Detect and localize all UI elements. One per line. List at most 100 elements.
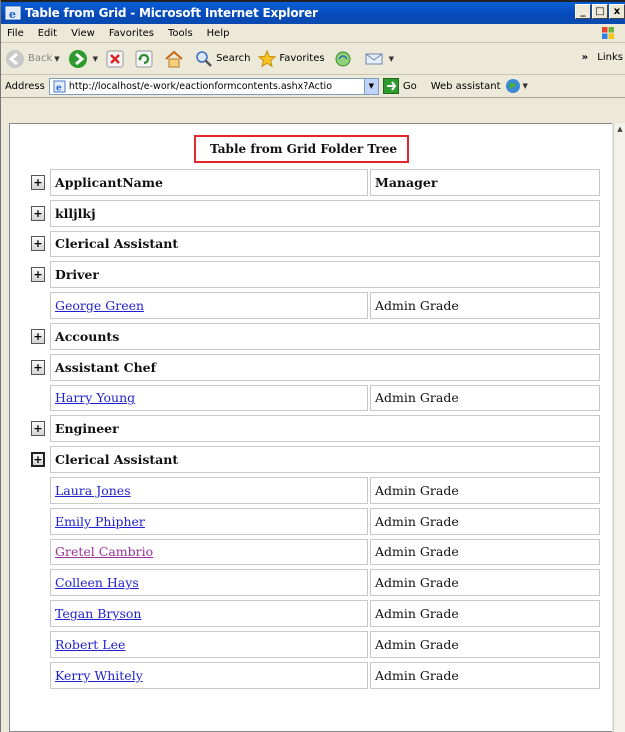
applicant-link[interactable]: Colleen Hays <box>55 575 139 590</box>
table-row: Harry Young Admin Grade <box>26 383 602 414</box>
table-row: George Green Admin Grade <box>26 290 602 321</box>
applicant-link[interactable]: Laura Jones <box>55 483 131 498</box>
group-row: + Driver <box>26 259 602 290</box>
manager-cell: Admin Grade <box>370 600 600 627</box>
menu-bar: File Edit View Favorites Tools Help <box>1 24 625 43</box>
table-row: Kerry Whitely Admin Grade <box>26 660 602 691</box>
applicant-name-cell: Harry Young <box>50 384 368 412</box>
applicant-link[interactable]: Tegan Bryson <box>55 606 141 621</box>
refresh-button[interactable] <box>135 50 156 68</box>
manager-cell: Admin Grade <box>370 476 600 504</box>
page-title: Table from Grid Folder Tree <box>194 135 409 163</box>
address-url: http://localhost/e-work/eactionformconte… <box>68 80 333 92</box>
search-icon <box>196 50 212 67</box>
group-row: + Clerical Assistant <box>26 444 602 475</box>
close-button[interactable]: x <box>609 4 625 19</box>
back-label: Back <box>28 53 53 64</box>
media-icon <box>335 51 351 66</box>
manager-cell: Admin Grade <box>370 384 600 412</box>
web-assistant-button[interactable]: Web assistant ▼ <box>431 78 528 94</box>
scroll-up-icon[interactable]: ▲ <box>614 123 625 135</box>
group-label: klljlkj <box>50 199 600 227</box>
address-input[interactable]: e http://localhost/e-work/eactionformcon… <box>48 77 379 95</box>
manager-cell: Admin Grade <box>370 507 600 535</box>
expand-button[interactable]: + <box>31 205 45 221</box>
mail-dropdown-icon[interactable]: ▼ <box>389 55 394 63</box>
maximize-button[interactable]: □ <box>592 4 608 19</box>
group-label: Assistant Chef <box>50 353 600 381</box>
column-header-applicant-name[interactable]: ApplicantName <box>50 169 368 196</box>
svg-text:e: e <box>9 8 16 21</box>
group-label: Engineer <box>50 415 600 443</box>
web-assistant-dropdown-icon[interactable]: ▼ <box>523 82 528 90</box>
forward-arrow-icon <box>68 49 87 68</box>
address-dropdown-icon[interactable]: ▼ <box>363 78 378 94</box>
links-label: Links <box>597 52 623 63</box>
manager-cell: Admin Grade <box>370 661 600 689</box>
applicant-link[interactable]: Emily Phipher <box>55 514 145 529</box>
stop-button[interactable] <box>106 50 127 68</box>
applicant-name-cell: Kerry Whitely <box>50 661 368 689</box>
expand-button[interactable]: + <box>31 236 45 252</box>
table-row: Emily Phipher Admin Grade <box>26 506 602 537</box>
back-arrow-icon <box>6 49 24 68</box>
group-row: + klljlkj <box>26 198 602 229</box>
refresh-icon <box>135 50 153 67</box>
expand-button[interactable]: + <box>31 421 45 437</box>
web-assistant-label: Web assistant <box>430 80 501 92</box>
table-row: Robert Lee Admin Grade <box>26 629 602 660</box>
search-label: Search <box>216 53 251 64</box>
stop-icon <box>106 50 124 67</box>
favorites-button[interactable]: Favorites <box>258 49 325 68</box>
forward-button[interactable]: ▼ <box>68 49 98 69</box>
title-bar[interactable]: e Table from Grid - Microsoft Internet E… <box>1 0 625 24</box>
group-label: Driver <box>50 261 600 289</box>
applicant-link[interactable]: Gretel Cambrio <box>55 544 153 559</box>
expand-button[interactable]: + <box>31 267 45 283</box>
group-row: + Assistant Chef <box>26 352 602 383</box>
menu-view[interactable]: View <box>71 28 95 39</box>
mail-button[interactable]: ▼ <box>364 50 394 68</box>
links-toolbar[interactable]: » Links <box>582 52 623 63</box>
applicant-name-cell: Robert Lee <box>50 630 368 658</box>
chevron-icon[interactable]: » <box>582 52 588 63</box>
search-button[interactable]: Search <box>195 50 250 68</box>
menu-file[interactable]: File <box>7 28 24 39</box>
ie-app-icon: e <box>5 5 21 21</box>
go-button[interactable]: Go <box>382 78 417 94</box>
applicant-link[interactable]: Kerry Whitely <box>55 668 143 683</box>
applicant-link[interactable]: George Green <box>55 298 144 313</box>
header-row: + ApplicantName Manager <box>26 167 602 198</box>
menu-favorites[interactable]: Favorites <box>109 28 154 39</box>
table-row: Colleen Hays Admin Grade <box>26 567 602 598</box>
forward-dropdown-icon[interactable]: ▼ <box>93 55 98 63</box>
home-button[interactable] <box>164 50 187 68</box>
group-row: + Engineer <box>26 413 602 444</box>
group-row: + Accounts <box>26 321 602 352</box>
address-bar: Address e http://localhost/e-work/eactio… <box>1 75 625 98</box>
applicant-name-cell: George Green <box>50 292 368 319</box>
windows-logo-icon <box>602 27 614 39</box>
back-button[interactable]: Back ▼ <box>5 49 60 69</box>
media-button[interactable] <box>333 50 356 68</box>
menu-tools[interactable]: Tools <box>168 28 193 39</box>
back-dropdown-icon[interactable]: ▼ <box>54 55 59 63</box>
group-label: Accounts <box>50 322 600 350</box>
applicant-link[interactable]: Harry Young <box>55 390 135 405</box>
manager-cell: Admin Grade <box>370 569 600 597</box>
applicant-link[interactable]: Robert Lee <box>55 637 125 652</box>
minimize-button[interactable]: _ <box>575 4 591 19</box>
column-header-manager[interactable]: Manager <box>370 169 600 196</box>
address-label: Address <box>5 80 45 92</box>
expand-header-button[interactable]: + <box>31 174 45 190</box>
menu-edit[interactable]: Edit <box>38 28 57 39</box>
applicant-name-cell: Emily Phipher <box>50 507 368 535</box>
expand-button[interactable]: + <box>31 328 45 344</box>
group-label: Clerical Assistant <box>50 446 600 473</box>
menu-help[interactable]: Help <box>207 28 230 39</box>
applicant-name-cell: Laura Jones <box>50 476 368 504</box>
expand-button[interactable]: + <box>31 359 45 375</box>
expand-button[interactable]: + <box>31 452 45 468</box>
vertical-scrollbar[interactable]: ▲ <box>613 123 625 732</box>
grid-table: + ApplicantName Manager + klljlkj + Clerica… <box>26 167 602 691</box>
